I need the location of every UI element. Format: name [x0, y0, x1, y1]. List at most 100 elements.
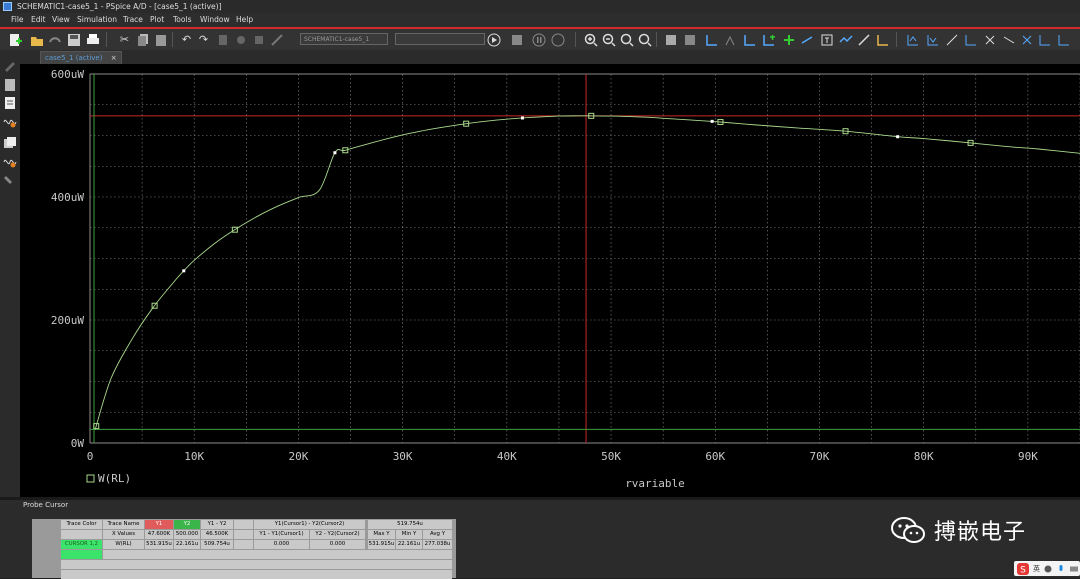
- undo-icon[interactable]: ↶: [178, 31, 195, 48]
- trace-markers: [93, 112, 974, 430]
- menu-help[interactable]: Help: [236, 13, 253, 27]
- zoom-in-icon[interactable]: [582, 31, 599, 48]
- text-label-icon[interactable]: [818, 31, 835, 48]
- waveform-chart[interactable]: 0 10K 20K 30K 40K 50K 60K 70K 80K 90K 0W 200uW 400u…: [20, 64, 1080, 497]
- chart-legend: W(RL): [86, 472, 131, 485]
- paste-icon[interactable]: [152, 31, 169, 48]
- cursor-search-icon[interactable]: [1018, 31, 1035, 48]
- probe-tool-icon[interactable]: [3, 174, 17, 188]
- performance-analysis-icon[interactable]: [703, 31, 720, 48]
- copy-icon[interactable]: [134, 31, 151, 48]
- cursor-peak-icon[interactable]: [904, 31, 921, 48]
- title-bar: SCHEMATIC1-case5_1 - PSpice A/D - [case5…: [0, 0, 1080, 13]
- eval-goal-function-icon[interactable]: [798, 31, 815, 48]
- markers-icon[interactable]: [232, 31, 249, 48]
- search-combo[interactable]: [395, 33, 485, 45]
- trace-data-point: [710, 119, 714, 123]
- add-y-axis-icon[interactable]: [760, 31, 777, 48]
- header-y1: Y1: [145, 520, 173, 529]
- save-waveform-icon[interactable]: [508, 31, 525, 48]
- menu-edit[interactable]: Edit: [31, 13, 46, 27]
- ime-indicator[interactable]: S 英: [1014, 561, 1080, 576]
- pencil-icon[interactable]: [3, 58, 17, 72]
- cursor-prev-transition-icon[interactable]: [1055, 31, 1072, 48]
- probe-voltage-icon[interactable]: [268, 31, 285, 48]
- cursor-trough-icon[interactable]: [924, 31, 941, 48]
- x-tick-label: 0: [87, 450, 94, 463]
- stop-icon[interactable]: [549, 31, 566, 48]
- header-blank: [234, 520, 253, 529]
- zoom-fit-icon[interactable]: [636, 31, 653, 48]
- new-sim-profile-icon[interactable]: [6, 31, 23, 48]
- cursor-max-icon[interactable]: [981, 31, 998, 48]
- x-tick-label: 10K: [184, 450, 204, 463]
- header-x-values: X Values: [103, 530, 144, 539]
- add-trace-icon[interactable]: [780, 31, 797, 48]
- toolbar: ✂ ↶ ↷ SCHEMATIC1-case5_1: [0, 29, 1080, 50]
- menu-view[interactable]: View: [52, 13, 70, 27]
- zoom-area-icon[interactable]: [618, 31, 635, 48]
- cursor-next-transition-icon[interactable]: [1036, 31, 1053, 48]
- cursor-point-icon[interactable]: [1000, 31, 1017, 48]
- y-tick-label: 400uW: [51, 191, 84, 204]
- document-list-icon[interactable]: [3, 96, 17, 110]
- simulation-profile-combo[interactable]: SCHEMATIC1-case5_1: [300, 33, 388, 45]
- tab-case5-1-active[interactable]: case5_1 (active) ×: [40, 51, 122, 64]
- header-diff-value: 519.754u: [368, 520, 452, 529]
- link-icon[interactable]: [46, 31, 63, 48]
- x-tick-label: 80K: [914, 450, 934, 463]
- fourier-icon[interactable]: [681, 31, 698, 48]
- grid-lines: [90, 73, 1080, 443]
- menu-trace[interactable]: Trace: [123, 13, 143, 27]
- x-tick-label: 90K: [1018, 450, 1038, 463]
- toggle-cursor-icon[interactable]: [837, 31, 854, 48]
- redo-icon[interactable]: ↷: [195, 31, 212, 48]
- row2-empty: [103, 550, 452, 559]
- mark-data-points-icon[interactable]: [855, 31, 872, 48]
- x-tick-label: 50K: [601, 450, 621, 463]
- zoom-out-icon[interactable]: [600, 31, 617, 48]
- x-value-diff: 46.500K: [201, 530, 233, 539]
- menu-simulation[interactable]: Simulation: [77, 13, 117, 27]
- log-y-icon[interactable]: [741, 31, 758, 48]
- cursor-slope-icon[interactable]: [943, 31, 960, 48]
- axis-settings-icon[interactable]: [874, 31, 891, 48]
- fft-icon[interactable]: [722, 31, 739, 48]
- save-icon[interactable]: [65, 31, 82, 48]
- run-icon[interactable]: [485, 31, 502, 48]
- header-y2-minus-cursor2: Y2 - Y2(Cursor2): [310, 530, 365, 539]
- log-x-icon[interactable]: [662, 31, 679, 48]
- plot-window[interactable]: 0 10K 20K 30K 40K 50K 60K 70K 80K 90K 0W 200uW 400u…: [20, 64, 1080, 497]
- document-icon[interactable]: [3, 78, 17, 92]
- menu-window[interactable]: Window: [200, 13, 230, 27]
- row-spacer: [234, 540, 253, 549]
- menu-file[interactable]: File: [11, 13, 24, 27]
- menu-tools[interactable]: Tools: [173, 13, 191, 27]
- row-y2-minus-cursor2: 0.000: [310, 540, 365, 549]
- cursor-min-icon[interactable]: [962, 31, 979, 48]
- header-trace-color: Trace Color: [61, 520, 102, 529]
- row-y1-minus-cursor1: 0.000: [254, 540, 309, 549]
- waveform-icon[interactable]: [3, 114, 17, 128]
- pause-icon[interactable]: [530, 31, 547, 48]
- trace-data-point: [520, 116, 524, 120]
- sogou-icon: S: [1017, 562, 1029, 575]
- cut-icon[interactable]: ✂: [116, 31, 133, 48]
- print-icon[interactable]: [84, 31, 101, 48]
- y-tick-label: 200uW: [51, 314, 84, 327]
- close-icon[interactable]: ×: [111, 54, 117, 62]
- cut-disabled-icon[interactable]: [214, 31, 231, 48]
- header-y1-minus-y2: Y1 - Y2: [201, 520, 233, 529]
- open-folder-icon[interactable]: [28, 31, 45, 48]
- watermark: 搏嵌电子: [890, 512, 1026, 548]
- svg-text:S: S: [1020, 565, 1026, 575]
- waveform-alt-icon[interactable]: [3, 154, 17, 168]
- layers-icon[interactable]: [3, 136, 17, 150]
- document-tab-strip: case5_1 (active) ×: [20, 50, 1080, 64]
- probe-icon[interactable]: [250, 31, 267, 48]
- row-max-y: 531.915u: [368, 540, 395, 549]
- x-tick-label: 60K: [705, 450, 725, 463]
- header-avg-y: Avg Y: [423, 530, 452, 539]
- x-value-y2: 500.000: [174, 530, 200, 539]
- menu-plot[interactable]: Plot: [150, 13, 164, 27]
